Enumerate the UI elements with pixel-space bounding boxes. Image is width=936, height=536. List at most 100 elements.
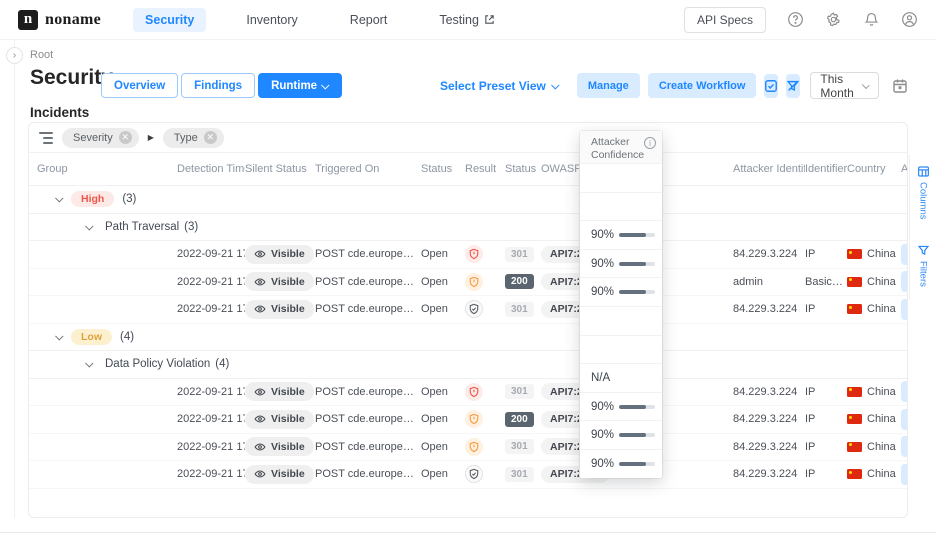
- eye-icon: [254, 386, 266, 398]
- country-label: China: [867, 413, 896, 425]
- triggered-on-cell: POST cde.europe…: [315, 303, 421, 315]
- china-flag-icon: [847, 277, 862, 287]
- confidence-bar: [619, 290, 655, 294]
- col-header-group[interactable]: Group: [29, 163, 177, 175]
- table-row[interactable]: 2022-09-21 17:11 Visible POST cde.europe…: [29, 461, 907, 489]
- attacker-identifier-cell: 84.229.3.224: [733, 468, 805, 480]
- col-header-country[interactable]: Country: [847, 163, 901, 175]
- eye-icon: [254, 248, 266, 260]
- severity-badge-high: High: [71, 191, 114, 207]
- side-tab-filters[interactable]: Filters: [917, 244, 930, 287]
- eye-icon: [254, 413, 266, 425]
- table-row[interactable]: 2022-09-21 17:11 Visible POST cde.europe…: [29, 269, 907, 297]
- china-flag-icon: [847, 469, 862, 479]
- china-flag-icon: [847, 414, 862, 424]
- view-attacker-button[interactable]: View Attacker: [901, 299, 908, 320]
- attacker-confidence-floating-column[interactable]: Attacker Confidence i 90% 90% 90% N/A 90…: [580, 131, 662, 478]
- expand-sidebar-button[interactable]: ›: [6, 47, 23, 64]
- bottom-divider: [0, 532, 936, 533]
- table-row[interactable]: 2022-09-21 17:11 Visible POST cde.europe…: [29, 296, 907, 324]
- view-attacker-button[interactable]: View Attacker: [901, 436, 908, 457]
- detection-time-cell: 2022-09-21 17:11: [177, 441, 245, 453]
- clear-filters-button[interactable]: [786, 74, 800, 98]
- incidents-table: Severity ✕ ▶ Type ✕ Group Detection Time…: [28, 122, 908, 518]
- group-by-icon[interactable]: [39, 132, 53, 144]
- table-row[interactable]: 2022-09-21 17:11 Visible POST cde.europe…: [29, 434, 907, 462]
- remove-chip-icon[interactable]: ✕: [204, 131, 217, 144]
- left-rail-divider: [14, 40, 15, 518]
- group-chip-type[interactable]: Type ✕: [163, 128, 224, 148]
- detection-time-cell: 2022-09-21 17:11: [177, 413, 245, 425]
- country-label: China: [867, 276, 896, 288]
- detection-time-cell: 2022-09-21 17:11: [177, 248, 245, 260]
- attacker-confidence-header[interactable]: Attacker Confidence i: [580, 131, 662, 163]
- tab-findings[interactable]: Findings: [181, 73, 255, 98]
- noname-logo-text: noname: [45, 11, 101, 29]
- api-specs-button[interactable]: API Specs: [684, 7, 766, 33]
- nav-item-inventory[interactable]: Inventory: [234, 8, 309, 32]
- side-tab-columns[interactable]: Columns: [917, 165, 930, 220]
- group-chip-severity[interactable]: Severity ✕: [62, 128, 139, 148]
- confidence-cell: 90%: [580, 277, 662, 306]
- date-range-select[interactable]: This Month: [810, 72, 879, 99]
- manage-button[interactable]: Manage: [577, 73, 640, 98]
- noname-logo[interactable]: n noname: [18, 10, 101, 30]
- http-status-badge: 301: [505, 384, 534, 399]
- chevron-down-icon[interactable]: [55, 332, 63, 340]
- create-workflow-button[interactable]: Create Workflow: [648, 73, 757, 98]
- select-preset-view-dropdown[interactable]: Select Preset View: [440, 79, 559, 93]
- settings-gear-icon[interactable]: [824, 11, 842, 29]
- group-row-low[interactable]: Low (4): [29, 324, 907, 352]
- help-icon[interactable]: [786, 11, 804, 29]
- table-side-tabs: Columns Filters: [909, 155, 936, 300]
- col-header-result[interactable]: Result: [461, 163, 505, 175]
- identifier-cell: IP: [805, 468, 847, 480]
- group-count: (4): [120, 331, 134, 343]
- col-header-identifier[interactable]: Identifier: [805, 163, 847, 175]
- calendar-icon-button[interactable]: [892, 77, 908, 95]
- col-header-status[interactable]: Status: [421, 163, 461, 175]
- nav-item-report[interactable]: Report: [338, 8, 400, 32]
- notifications-bell-icon[interactable]: [862, 11, 880, 29]
- col-header-silent-status[interactable]: Silent Status: [245, 163, 315, 175]
- shield-warning-icon: [465, 273, 483, 291]
- col-header-attacker-identifier[interactable]: Attacker Identifier: [733, 163, 805, 175]
- group-row-high[interactable]: High (3): [29, 186, 907, 214]
- view-attacker-button[interactable]: View Attacker: [901, 244, 908, 265]
- subgroup-row-path-traversal[interactable]: Path Traversal (3): [29, 214, 907, 242]
- view-attacker-button[interactable]: View Attacker: [901, 464, 908, 485]
- identifier-cell: IP: [805, 303, 847, 315]
- bulk-select-button[interactable]: [764, 74, 778, 98]
- account-icon[interactable]: [900, 11, 918, 29]
- col-header-status2[interactable]: Status: [505, 163, 541, 175]
- tab-runtime[interactable]: Runtime: [258, 73, 342, 98]
- eye-icon: [254, 468, 266, 480]
- view-attacker-button[interactable]: View Attacker: [901, 381, 908, 402]
- confidence-bar: [619, 233, 655, 237]
- subgroup-row-data-policy-violation[interactable]: Data Policy Violation (4): [29, 351, 907, 379]
- table-row[interactable]: 2022-09-21 17:11 Visible POST cde.europe…: [29, 379, 907, 407]
- status-cell: Open: [421, 413, 461, 425]
- tab-overview[interactable]: Overview: [101, 73, 178, 98]
- nav-item-security[interactable]: Security: [133, 8, 206, 32]
- breadcrumb[interactable]: Root: [30, 49, 53, 61]
- info-icon[interactable]: i: [644, 137, 656, 149]
- chevron-down-icon[interactable]: [85, 222, 93, 230]
- view-attacker-button[interactable]: View Attacker: [901, 271, 908, 292]
- col-header-triggered-on[interactable]: Triggered On: [315, 163, 421, 175]
- chevron-down-icon[interactable]: [85, 359, 93, 367]
- table-row[interactable]: 2022-09-21 17:11 Visible POST cde.europe…: [29, 406, 907, 434]
- shield-check-icon: [465, 300, 483, 318]
- status-cell: Open: [421, 303, 461, 315]
- table-header-row: Group Detection Time Silent Status Trigg…: [29, 153, 907, 186]
- col-header-detection-time[interactable]: Detection Time: [177, 163, 245, 175]
- col-header-actions[interactable]: Actions: [901, 163, 908, 175]
- remove-chip-icon[interactable]: ✕: [119, 131, 132, 144]
- table-row[interactable]: 2022-09-21 17:11 Visible POST cde.europe…: [29, 241, 907, 269]
- triggered-on-cell: POST cde.europe…: [315, 441, 421, 453]
- view-attacker-button[interactable]: View Attacker: [901, 409, 908, 430]
- nav-item-testing[interactable]: Testing: [427, 8, 507, 32]
- side-tab-columns-label: Columns: [918, 182, 929, 220]
- chevron-down-icon[interactable]: [55, 194, 63, 202]
- side-tab-filters-label: Filters: [918, 261, 929, 287]
